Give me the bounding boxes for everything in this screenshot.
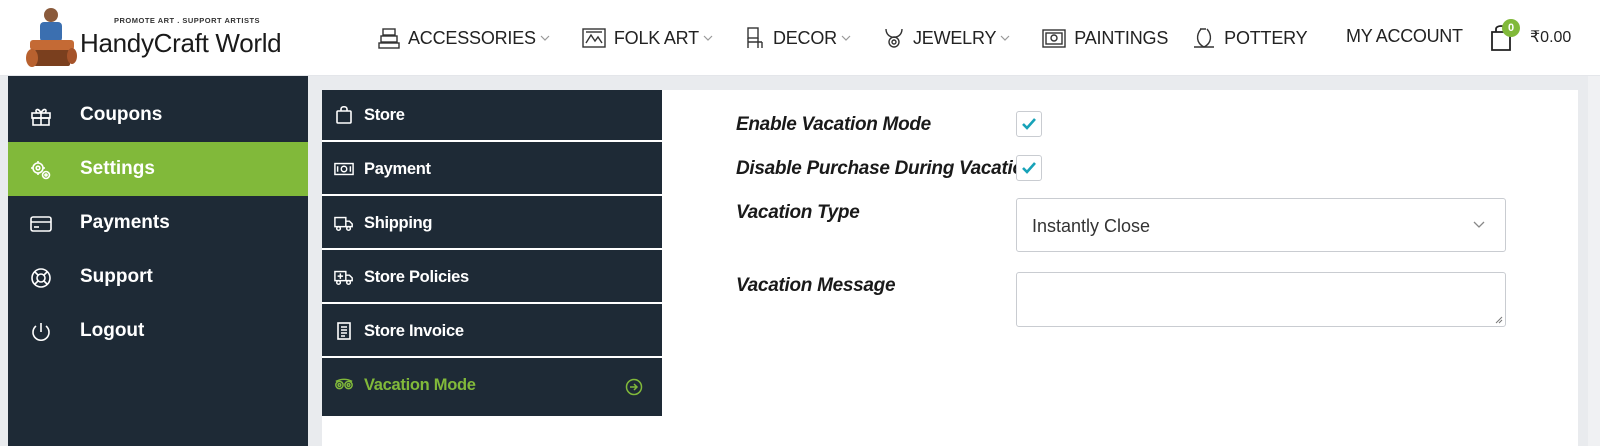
sidebar-item-support[interactable]: Support: [8, 250, 308, 304]
truck-icon: [334, 216, 353, 231]
nav-folk-art[interactable]: FOLK ART: [582, 27, 721, 49]
vacation-type-select[interactable]: Instantly Close: [1016, 198, 1506, 252]
vacation-type-value: Instantly Close: [1032, 216, 1151, 236]
gears-icon: [31, 161, 51, 180]
checkmark-icon: [1022, 118, 1036, 130]
vacation-type-label: Vacation Type: [736, 202, 860, 223]
cart-total[interactable]: ₹0.00: [1530, 27, 1571, 47]
tab-label: Store Invoice: [364, 322, 464, 340]
tab-store-policies[interactable]: Store Policies: [322, 252, 662, 304]
tab-label: Shipping: [364, 214, 433, 232]
my-account-link[interactable]: MY ACCOUNT: [1346, 26, 1463, 47]
vacation-message-label: Vacation Message: [736, 275, 896, 296]
logo-tagline: PROMOTE ART . SUPPORT ARTISTS: [114, 16, 261, 25]
pottery-icon: [1194, 28, 1215, 48]
gift-icon: [31, 108, 51, 126]
dashboard-sidebar: Coupons Settings Payments Support Logout: [8, 76, 308, 446]
tab-label: Vacation Mode: [364, 376, 476, 394]
accessories-icon: [378, 28, 400, 49]
sidebar-item-label: Payments: [80, 212, 170, 233]
money-icon: [334, 162, 354, 176]
tab-shipping[interactable]: Shipping: [322, 198, 662, 250]
nav-paintings[interactable]: PAINTINGS: [1042, 27, 1168, 49]
sidebar-item-payments[interactable]: Payments: [8, 196, 308, 250]
lifebuoy-icon: [31, 268, 51, 288]
cart-count-badge: 0: [1502, 19, 1520, 37]
chevron-down-icon: [1473, 221, 1485, 228]
nav-decor[interactable]: DECOR: [745, 26, 859, 50]
vacation-message-textarea[interactable]: [1016, 272, 1506, 327]
disable-purchase-checkbox[interactable]: [1016, 155, 1042, 181]
nav-label: PAINTINGS: [1074, 27, 1169, 48]
power-icon: [32, 323, 50, 341]
sidebar-item-label: Settings: [80, 158, 155, 179]
credit-card-icon: [30, 216, 52, 232]
tab-vacation-mode[interactable]: Vacation Mode: [322, 360, 662, 412]
potter-logo-icon: [26, 8, 77, 67]
nav-label: ACCESSORIES: [408, 27, 536, 48]
nav-label: DECOR: [772, 27, 837, 48]
sidebar-item-settings[interactable]: Settings: [8, 142, 308, 196]
page-scrollbar[interactable]: [1588, 76, 1600, 446]
chevron-down-icon: [540, 35, 550, 41]
enable-vacation-label: Enable Vacation Mode: [736, 114, 931, 135]
sidebar-item-label: Coupons: [80, 104, 163, 125]
vacation-icon: [335, 378, 353, 390]
chevron-down-icon: [841, 35, 851, 41]
chevron-down-icon: [703, 35, 713, 41]
folk-art-icon: [582, 28, 606, 48]
tab-payment[interactable]: Payment: [322, 144, 662, 196]
logo-brand: HandyCraft World: [80, 28, 282, 58]
sidebar-item-logout[interactable]: Logout: [8, 304, 308, 358]
nav-accessories[interactable]: ACCESSORIES: [378, 26, 558, 50]
jewelry-icon: [885, 28, 903, 48]
policy-truck-icon: [334, 270, 353, 286]
resize-grip-icon[interactable]: [1493, 314, 1503, 324]
settings-tabs: Store Payment Shipping Store Policies St…: [322, 90, 662, 416]
enable-vacation-checkbox[interactable]: [1016, 111, 1042, 137]
paintings-icon: [1042, 29, 1066, 48]
nav-label: POTTERY: [1224, 27, 1308, 48]
tab-store[interactable]: Store: [322, 90, 662, 142]
disable-purchase-label: Disable Purchase During Vacation: [736, 158, 1036, 179]
tab-label: Payment: [364, 160, 431, 178]
decor-icon: [747, 27, 763, 48]
tab-store-invoice[interactable]: Store Invoice: [322, 306, 662, 358]
sidebar-item-label: Logout: [80, 320, 145, 341]
invoice-icon: [337, 322, 351, 340]
site-logo[interactable]: PROMOTE ART . SUPPORT ARTISTS HandyCraft…: [24, 6, 304, 72]
checkmark-icon: [1022, 162, 1036, 174]
nav-label: JEWELRY: [912, 27, 997, 48]
arrow-circle-right-icon: [625, 378, 643, 396]
bag-icon: [336, 105, 352, 124]
nav-pottery[interactable]: POTTERY: [1192, 27, 1308, 49]
sidebar-item-coupons[interactable]: Coupons: [8, 88, 308, 142]
chevron-down-icon: [1000, 35, 1010, 41]
tab-label: Store: [364, 106, 405, 124]
sidebar-item-label: Support: [80, 266, 153, 287]
nav-jewelry[interactable]: JEWELRY: [883, 26, 1018, 50]
tab-label: Store Policies: [364, 268, 469, 286]
nav-label: FOLK ART: [613, 27, 699, 48]
site-header: PROMOTE ART . SUPPORT ARTISTS HandyCraft…: [0, 0, 1600, 76]
main-nav: ACCESSORIES FOLK ART DECOR JEWELRY PAINT…: [378, 24, 1331, 52]
